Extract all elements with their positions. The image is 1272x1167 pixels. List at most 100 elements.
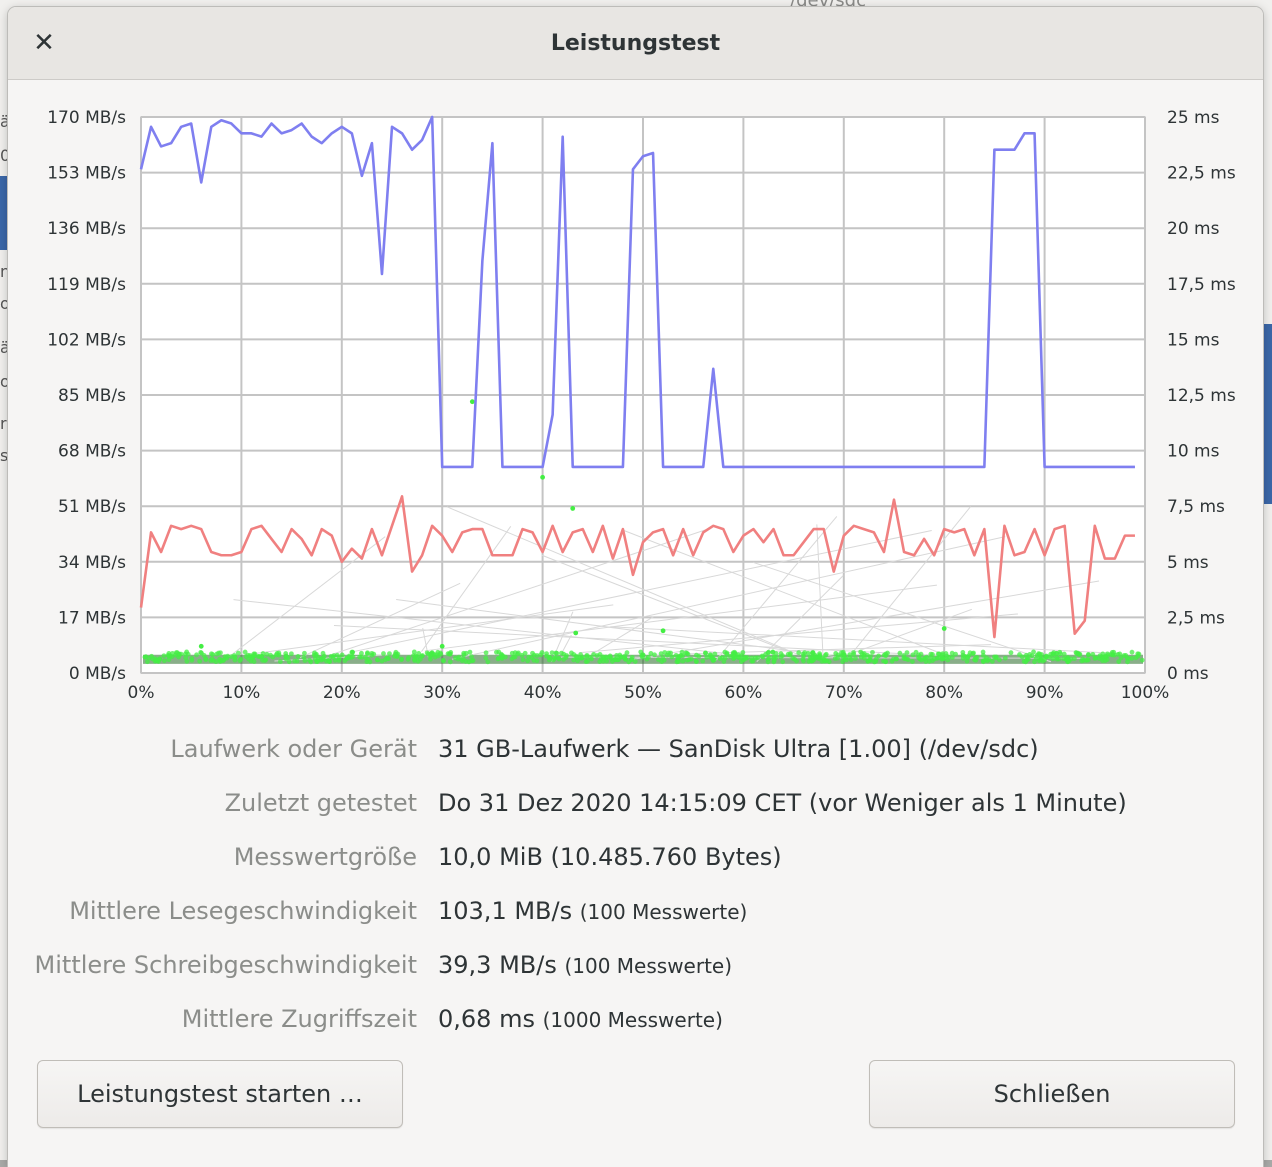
access-time-point: [1085, 652, 1091, 657]
right-tick-label: 17,5 ms: [1167, 275, 1236, 295]
access-time-point: [553, 650, 559, 656]
access-time-point: [149, 653, 154, 659]
access-time-point: [169, 654, 175, 660]
access-time-point: [530, 650, 535, 656]
access-time-point: [349, 650, 355, 655]
info-value: 10,0 MiB (10.485.760 Bytes): [438, 843, 782, 871]
access-time-point: [600, 654, 606, 660]
access-time-point: [589, 656, 594, 662]
access-time-point: [1129, 649, 1135, 655]
access-time-point: [894, 656, 899, 662]
access-time-point: [1092, 655, 1098, 661]
access-time-point: [143, 654, 149, 660]
access-time-point: [288, 651, 294, 657]
access-time-point: [455, 656, 461, 662]
access-time-point: [1085, 657, 1091, 663]
info-label: Mittlere Lesegeschwindigkeit: [69, 897, 417, 925]
access-time-point: [512, 650, 518, 656]
info-row-device: Laufwerk oder Gerät 31 GB-Laufwerk — San…: [8, 735, 1263, 775]
access-time-point: [552, 655, 558, 660]
access-time-point: [913, 649, 919, 655]
info-label: Messwertgröße: [233, 843, 417, 871]
access-time-point: [851, 651, 857, 657]
access-time-point: [393, 649, 399, 655]
info-value-main: 0,68 ms: [438, 1005, 535, 1033]
left-tick-label: 102 MB/s: [47, 330, 126, 350]
access-time-point: [286, 659, 292, 665]
benchmark-dialog: ✕ Leistungstest 0% 10% 20% 30% 40% 50% 60% 70% 8…: [8, 7, 1263, 1167]
access-time-point: [494, 649, 499, 655]
access-time-point: [732, 649, 737, 655]
access-time-point: [683, 650, 689, 656]
access-time-point: [660, 655, 666, 661]
access-time-point: [438, 651, 444, 657]
access-time-point: [623, 656, 628, 662]
info-value-main: 103,1 MB/s: [438, 897, 573, 925]
start-benchmark-button[interactable]: Leistungstest starten …: [37, 1060, 403, 1128]
access-time-point: [847, 655, 853, 661]
right-tick-label: 5 ms: [1167, 553, 1209, 573]
access-time-point: [382, 657, 388, 663]
x-tick-label: 70%: [825, 683, 863, 703]
access-time-point: [794, 658, 799, 664]
access-time-point: [448, 649, 454, 655]
access-time-point: [883, 659, 889, 665]
access-time-point: [1071, 656, 1077, 661]
access-time-point: [314, 659, 320, 665]
access-time-point: [612, 656, 618, 662]
access-time-point: [823, 652, 828, 658]
access-time-point: [1080, 656, 1085, 662]
x-tick-label: 40%: [524, 683, 562, 703]
access-time-point: [428, 656, 433, 662]
access-time-point: [344, 655, 350, 661]
access-time-point: [853, 656, 858, 661]
access-time-point: [910, 659, 915, 664]
access-time-point: [463, 659, 469, 664]
x-tick-label: 80%: [925, 683, 963, 703]
access-time-point: [248, 658, 254, 664]
left-tick-label: 68 MB/s: [58, 442, 126, 462]
access-time-point: [771, 655, 777, 661]
left-tick-label: 119 MB/s: [47, 275, 126, 295]
access-time-point: [974, 655, 980, 660]
access-time-point: [161, 653, 167, 659]
access-time-point: [675, 656, 681, 661]
access-time-point: [873, 658, 879, 664]
access-time-point: [953, 651, 958, 657]
access-time-point: [600, 658, 606, 664]
left-tick-label: 170 MB/s: [47, 108, 126, 128]
access-time-point: [740, 650, 746, 655]
access-time-point: [209, 651, 214, 657]
x-tick-label: 0%: [128, 683, 155, 703]
info-row-sample-size: Messwertgröße 10,0 MiB (10.485.760 Bytes…: [8, 843, 1263, 883]
info-row-last-tested: Zuletzt getestet Do 31 Dez 2020 14:15:09…: [8, 789, 1263, 829]
access-time-point: [461, 650, 467, 656]
access-time-point: [440, 657, 446, 663]
access-time-point: [447, 659, 453, 665]
access-time-point: [1096, 656, 1102, 661]
access-time-point: [708, 655, 714, 661]
access-time-point: [359, 650, 364, 656]
access-time-point: [349, 655, 354, 660]
access-time-point: [918, 651, 924, 657]
left-tick-label: 153 MB/s: [47, 164, 126, 184]
access-time-point: [788, 651, 793, 657]
access-time-point: [688, 656, 694, 662]
info-value-main: 10,0 MiB (10.485.760 Bytes): [438, 843, 782, 871]
left-tick-label: 85 MB/s: [58, 386, 126, 406]
left-tick-label: 17 MB/s: [58, 608, 126, 628]
access-time-point: [428, 652, 433, 658]
access-time-point: [260, 651, 266, 656]
background-selection: [1262, 324, 1272, 504]
access-time-point: [176, 654, 181, 660]
info-value-note: (1000 Messwerte): [542, 1008, 723, 1032]
access-time-point: [840, 659, 846, 665]
close-button[interactable]: Schließen: [869, 1060, 1235, 1128]
info-value-main: 39,3 MB/s: [438, 951, 557, 979]
info-row-access-time: Mittlere Zugriffszeit 0,68 ms (1000 Mess…: [8, 1005, 1263, 1045]
access-time-point: [209, 656, 215, 662]
access-time-point: [157, 656, 163, 662]
x-tick-label: 30%: [423, 683, 461, 703]
access-time-point: [1074, 650, 1080, 656]
access-time-point: [189, 656, 195, 661]
